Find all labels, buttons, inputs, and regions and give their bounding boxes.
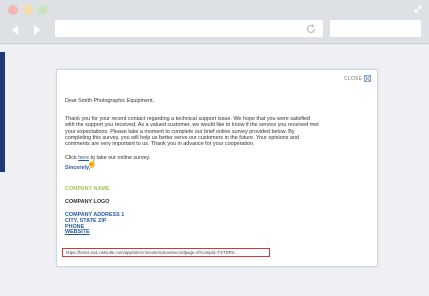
- company-name: COMPANY NAME: [65, 186, 110, 192]
- email-body: Thank you for your recent contact regard…: [65, 116, 371, 147]
- reload-icon[interactable]: [305, 22, 317, 34]
- browser-window-chrome: [0, 0, 429, 44]
- survey-invite-prefix: Click: [65, 155, 79, 161]
- minimize-window-button[interactable]: [23, 5, 33, 15]
- company-website-link[interactable]: WEBSITE: [65, 230, 124, 236]
- survey-invite-line: Click here to take our online survey.: [65, 155, 150, 161]
- forward-arrow-icon[interactable]: [32, 23, 42, 35]
- close-label[interactable]: CLOSE: [344, 76, 362, 82]
- link-status-url: https://forms.na1.netsuite.com/app/site/…: [62, 248, 270, 257]
- close-control[interactable]: CLOSE: [344, 75, 371, 82]
- zoom-window-button[interactable]: [38, 5, 48, 15]
- back-arrow-icon[interactable]: [10, 23, 20, 35]
- survey-invite-suffix: to take our online survey.: [88, 155, 151, 161]
- fullscreen-icon[interactable]: [413, 4, 423, 14]
- sign-off: Sincerely,: [65, 165, 91, 171]
- search-input[interactable]: [330, 20, 421, 37]
- address-bar[interactable]: [55, 20, 323, 37]
- close-window-button[interactable]: [8, 5, 18, 15]
- email-greeting: Dear Smith Photographic Equipment,: [65, 98, 154, 104]
- email-body-line: comments are very important to us. Thank…: [65, 141, 255, 148]
- survey-email-dialog: CLOSE Dear Smith Photographic Equipment,…: [56, 69, 378, 267]
- company-logo: COMPANY LOGO: [65, 199, 110, 205]
- company-address-block: COMPANY ADDRESS 1 CITY, STATE ZIP PHONE …: [65, 212, 124, 236]
- close-icon[interactable]: [364, 75, 371, 82]
- page-sidebar-strip: [0, 52, 5, 172]
